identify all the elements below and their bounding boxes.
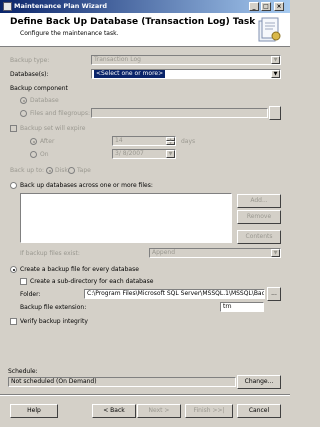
create-file-radio[interactable]: [10, 266, 17, 273]
database-radio[interactable]: [20, 97, 27, 104]
footer-separator: [0, 394, 290, 396]
minimize-button[interactable]: _: [249, 2, 259, 11]
backup-files-list[interactable]: [20, 193, 232, 243]
databases-label: Database(s):: [10, 71, 49, 78]
app-icon: [3, 2, 12, 11]
remove-file-button[interactable]: Remove: [237, 210, 281, 224]
files-filegroups-radio[interactable]: [20, 110, 27, 117]
wizard-task-icon: [258, 17, 281, 42]
if-exist-dropdown-icon: ▼: [271, 249, 280, 257]
verify-checkbox[interactable]: [10, 318, 17, 325]
finish-button[interactable]: Finish >>|: [185, 404, 233, 418]
page-title: Define Back Up Database (Transaction Log…: [10, 17, 256, 27]
files-filegroups-label: Files and filegroups:: [30, 110, 90, 117]
schedule-field: Not scheduled (On Demand): [8, 377, 236, 387]
folder-browse-button[interactable]: ...: [267, 287, 281, 301]
expire-label: Backup set will expire: [20, 125, 86, 132]
back-button[interactable]: < Back: [92, 404, 136, 418]
backup-to-label: Back up to:: [10, 167, 45, 174]
backup-type-value: Transaction Log: [94, 56, 141, 63]
backup-component-label: Backup component: [10, 85, 68, 92]
tape-radio[interactable]: [68, 167, 75, 174]
if-exist-label: If backup files exist:: [20, 250, 80, 257]
expire-date-value: 3/ 8/2007: [115, 150, 144, 157]
maximize-button[interactable]: □: [261, 2, 271, 11]
expire-days-value: 14: [115, 137, 123, 144]
backup-type-label: Backup type:: [10, 57, 50, 64]
folder-label: Folder:: [20, 291, 41, 298]
create-file-label: Create a backup file for every database: [20, 266, 139, 273]
databases-dropdown-icon: ▼: [271, 70, 280, 78]
tape-label: Tape: [77, 167, 91, 174]
across-files-label: Back up databases across one or more fil…: [20, 182, 153, 189]
extension-input[interactable]: trn: [220, 302, 264, 312]
title-bar: Maintenance Plan Wizard _ □ ×: [0, 0, 290, 13]
page-subtitle: Configure the maintenance task.: [20, 30, 119, 37]
expire-after-radio[interactable]: [30, 138, 37, 145]
files-browse-button[interactable]: [269, 106, 281, 120]
subdirectory-checkbox[interactable]: [20, 278, 27, 285]
expire-days-spinner[interactable]: 14 ▲ ▼: [112, 136, 176, 146]
if-exist-value: Append: [152, 249, 176, 256]
expire-date-picker[interactable]: 3/ 8/2007 ▼: [112, 149, 176, 159]
schedule-label: Schedule:: [8, 368, 38, 375]
spinner-arrows-icon: ▲ ▼: [166, 137, 175, 145]
window-title: Maintenance Plan Wizard: [14, 2, 108, 10]
close-button[interactable]: ×: [274, 2, 284, 11]
cancel-button[interactable]: Cancel: [237, 404, 281, 418]
expire-checkbox[interactable]: [10, 125, 17, 132]
subdirectory-label: Create a sub-directory for each database: [30, 278, 154, 285]
databases-value: <Select one or more>: [94, 70, 166, 78]
expire-after-label: After: [40, 138, 55, 145]
if-exist-combo[interactable]: Append ▼: [149, 248, 281, 258]
contents-button[interactable]: Contents: [237, 230, 281, 244]
databases-combo[interactable]: <Select one or more> ▼: [91, 69, 281, 79]
help-button[interactable]: Help: [10, 404, 58, 418]
add-file-button[interactable]: Add...: [237, 194, 281, 208]
date-dropdown-icon: ▼: [166, 150, 175, 158]
expire-on-radio[interactable]: [30, 151, 37, 158]
verify-label: Verify backup integrity: [20, 318, 88, 325]
database-radio-label: Database: [30, 97, 59, 104]
extension-label: Backup file extension:: [20, 304, 87, 311]
backup-type-combo[interactable]: Transaction Log ▼: [91, 55, 281, 65]
change-schedule-button[interactable]: Change...: [237, 375, 281, 389]
folder-input[interactable]: C:\Program Files\Microsoft SQL Server\MS…: [84, 289, 265, 299]
disk-label: Disk: [55, 167, 68, 174]
across-files-radio[interactable]: [10, 182, 17, 189]
files-filegroups-field[interactable]: [91, 108, 268, 118]
expire-on-label: On: [40, 151, 49, 158]
days-label: days: [181, 138, 196, 145]
disk-radio[interactable]: [46, 167, 53, 174]
wizard-header: Define Back Up Database (Transaction Log…: [0, 13, 290, 47]
next-button[interactable]: Next >: [137, 404, 181, 418]
backup-type-dropdown-icon: ▼: [271, 56, 280, 64]
